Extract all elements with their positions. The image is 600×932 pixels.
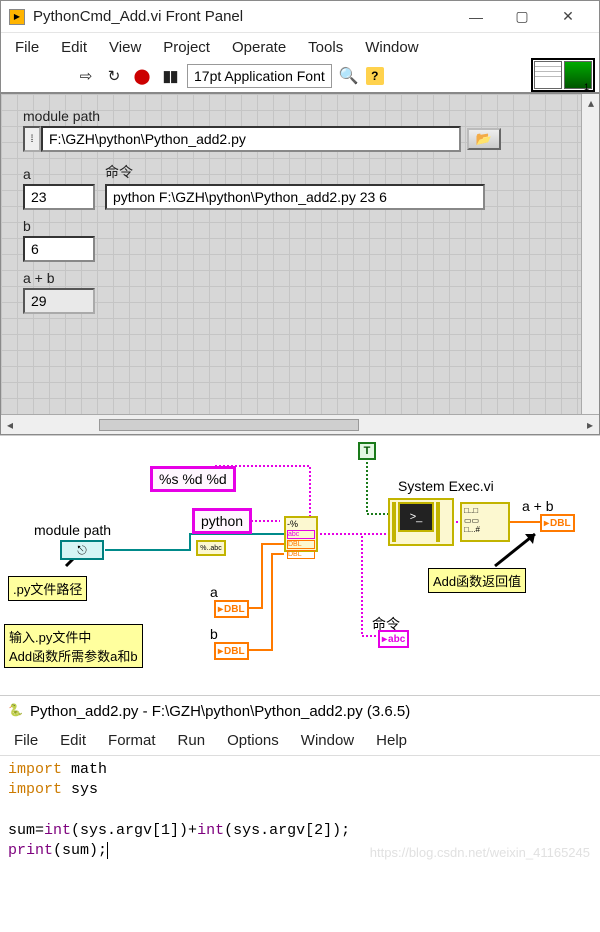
- cmd-label: 命令: [105, 162, 485, 182]
- system-exec-node[interactable]: >_: [388, 498, 454, 546]
- format-string-const[interactable]: %s %d %d: [150, 466, 236, 492]
- folder-icon: 📂: [476, 131, 492, 147]
- path-index-icon[interactable]: ⁞: [23, 126, 41, 152]
- idle-title: Python_add2.py - F:\GZH\python\Python_ad…: [30, 703, 410, 720]
- sysexec-label: System Exec.vi: [398, 478, 494, 494]
- minimize-button[interactable]: —: [453, 2, 499, 32]
- menu-project[interactable]: Project: [163, 39, 210, 56]
- a-input[interactable]: 23: [23, 184, 95, 210]
- bd-sum-label: a + b: [522, 498, 554, 514]
- module-path-label: module path: [23, 108, 577, 124]
- labview-front-panel-window: ▶ PythonCmd_Add.vi Front Panel — ▢ ✕ Fil…: [0, 0, 600, 435]
- b-input[interactable]: 6: [23, 236, 95, 262]
- python-string-const[interactable]: python: [192, 508, 252, 534]
- menu-operate[interactable]: Operate: [232, 39, 286, 56]
- tip-return-box: Add函数返回值: [428, 568, 526, 593]
- idle-menu-window[interactable]: Window: [301, 732, 354, 749]
- idle-titlebar: 🐍 Python_add2.py - F:\GZH\python\Python_…: [0, 696, 600, 726]
- sum-indicator: 29: [23, 288, 95, 314]
- tip-inputs-box: 输入.py文件中 Add函数所需参数a和b: [4, 624, 143, 668]
- idle-menu-help[interactable]: Help: [376, 732, 407, 749]
- menu-view[interactable]: View: [109, 39, 141, 56]
- close-button[interactable]: ✕: [545, 2, 591, 32]
- browse-button[interactable]: 📂: [467, 128, 501, 150]
- bd-a-label: a: [210, 584, 218, 600]
- menu-edit[interactable]: Edit: [61, 39, 87, 56]
- format-into-string-node[interactable]: -% abc DBL DBL: [284, 516, 318, 552]
- code-editor[interactable]: import math import sys sum=int(sys.argv[…: [0, 756, 600, 865]
- menubar: File Edit View Project Operate Tools Win…: [1, 33, 599, 62]
- idle-menubar: File Edit Format Run Options Window Help: [0, 726, 600, 756]
- titlebar: ▶ PythonCmd_Add.vi Front Panel — ▢ ✕: [1, 1, 599, 33]
- idle-menu-options[interactable]: Options: [227, 732, 279, 749]
- text-cursor: [107, 842, 117, 859]
- scroll-thumb[interactable]: [99, 419, 359, 431]
- idle-menu-file[interactable]: File: [14, 732, 38, 749]
- sum-indicator-terminal[interactable]: DBL: [540, 514, 575, 532]
- path-to-string-node[interactable]: %..abc: [196, 540, 226, 556]
- vertical-scrollbar[interactable]: ▴: [581, 94, 599, 414]
- path-terminal-icon[interactable]: ⎋: [60, 540, 104, 560]
- idle-window: 🐍 Python_add2.py - F:\GZH\python\Python_…: [0, 695, 600, 865]
- cmd-indicator: python F:\GZH\python\Python_add2.py 23 6: [105, 184, 485, 210]
- maximize-button[interactable]: ▢: [499, 2, 545, 32]
- menu-window[interactable]: Window: [365, 39, 418, 56]
- vi-icon-connector[interactable]: 1: [531, 58, 595, 92]
- ctx-number: 1: [584, 82, 591, 92]
- run-continuous-icon[interactable]: ↻: [103, 65, 125, 87]
- font-label: 17pt Application Font: [194, 68, 325, 84]
- scroll-left-icon[interactable]: ◂: [1, 416, 19, 434]
- font-selector[interactable]: 17pt Application Font: [187, 64, 332, 88]
- tip-path-box: .py文件路径: [8, 576, 87, 601]
- a-label: a: [23, 166, 95, 182]
- block-diagram: %s %d %d python module path ⎋ %..abc -% …: [0, 435, 600, 695]
- pause-icon[interactable]: ▮▮: [159, 65, 181, 87]
- cmd-indicator-terminal[interactable]: abc: [378, 630, 409, 648]
- string-to-number-node[interactable]: □..□▭▭□...#: [460, 502, 510, 542]
- search-icon[interactable]: 🔍: [338, 65, 360, 87]
- module-path-input[interactable]: F:\GZH\python\Python_add2.py: [41, 126, 461, 152]
- toolbar: ⇨ ↻ ⬤ ▮▮ 17pt Application Font 🔍 ? 1: [1, 62, 599, 94]
- idle-menu-run[interactable]: Run: [178, 732, 206, 749]
- idle-menu-edit[interactable]: Edit: [60, 732, 86, 749]
- scroll-up-icon[interactable]: ▴: [582, 94, 600, 112]
- python-icon: 🐍: [8, 703, 24, 719]
- idle-menu-format[interactable]: Format: [108, 732, 156, 749]
- scroll-right-icon[interactable]: ▸: [581, 416, 599, 434]
- front-panel-canvas[interactable]: module path ⁞ F:\GZH\python\Python_add2.…: [1, 94, 599, 414]
- horizontal-scrollbar[interactable]: ◂ ▸: [1, 414, 599, 434]
- labview-icon: ▶: [9, 9, 25, 25]
- window-title: PythonCmd_Add.vi Front Panel: [33, 8, 453, 25]
- abort-icon[interactable]: ⬤: [131, 65, 153, 87]
- b-label: b: [23, 218, 577, 234]
- a-terminal[interactable]: DBL: [214, 600, 249, 618]
- menu-file[interactable]: File: [15, 39, 39, 56]
- b-terminal[interactable]: DBL: [214, 642, 249, 660]
- bd-module-path-label: module path: [34, 522, 111, 538]
- true-constant[interactable]: T: [358, 442, 376, 460]
- bd-b-label: b: [210, 626, 218, 642]
- run-arrow-icon[interactable]: ⇨: [75, 65, 97, 87]
- module-path-control: ⁞ F:\GZH\python\Python_add2.py 📂: [23, 126, 577, 152]
- sum-label: a + b: [23, 270, 577, 286]
- watermark: https://blog.csdn.net/weixin_41165245: [370, 844, 590, 862]
- context-help-icon[interactable]: ?: [366, 67, 384, 85]
- menu-tools[interactable]: Tools: [308, 39, 343, 56]
- terminal-icon: >_: [398, 502, 434, 532]
